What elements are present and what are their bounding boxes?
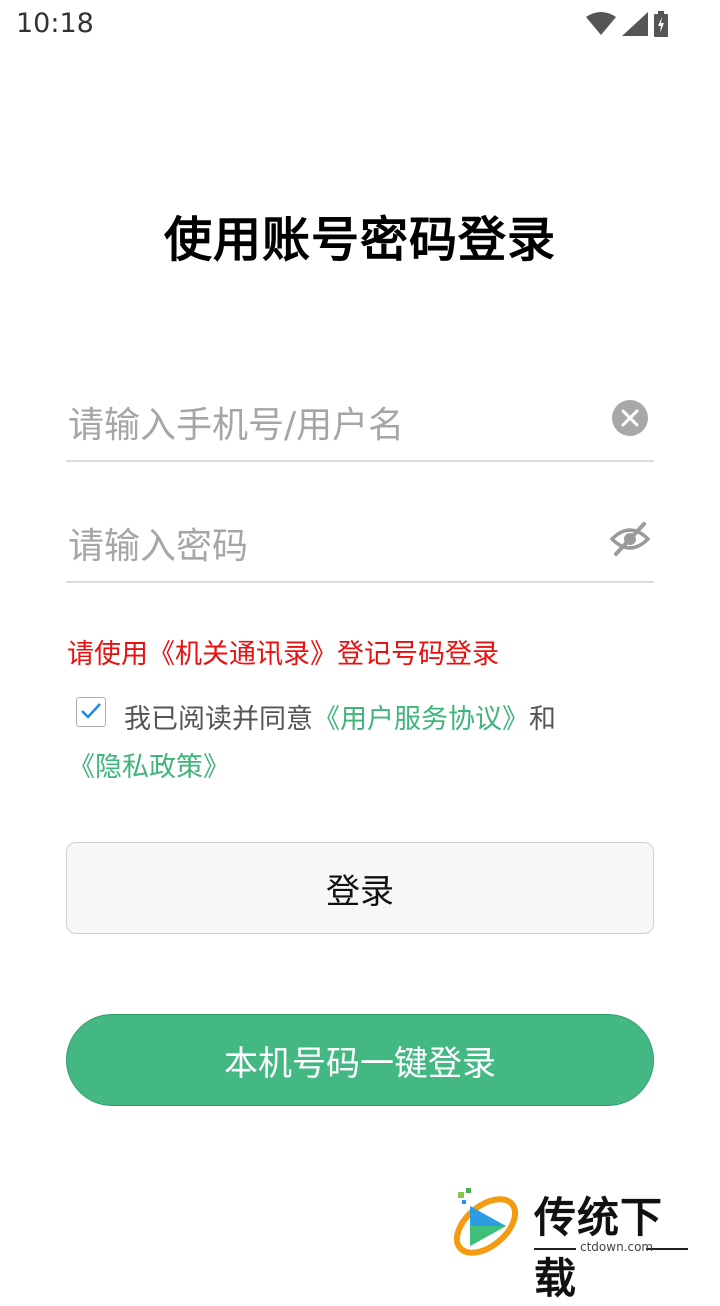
agreement-prefix: 我已阅读并同意	[124, 704, 313, 735]
status-icons	[586, 11, 668, 37]
agreement-checkbox[interactable]	[76, 697, 106, 727]
login-button[interactable]: 登录	[66, 842, 654, 934]
agreement-text: 我已阅读并同意《用户服务协议》和	[124, 697, 556, 736]
status-time: 10:18	[16, 8, 94, 39]
clear-icon[interactable]	[612, 400, 648, 436]
page-title: 使用账号密码登录	[163, 212, 556, 268]
one-key-login-button[interactable]: 本机号码一键登录	[66, 1014, 654, 1106]
agreement-conjunction: 和	[529, 704, 556, 735]
user-agreement-link[interactable]: 《用户服务协议》	[313, 704, 529, 735]
watermark: 传统下载 ctdown.com	[448, 1182, 698, 1303]
eye-off-icon[interactable]	[609, 521, 651, 557]
battery-charging-icon	[654, 11, 668, 37]
privacy-policy-link[interactable]: 《隐私政策》	[68, 745, 230, 784]
phone-field[interactable]: 请输入手机号/用户名	[66, 380, 654, 462]
phone-placeholder: 请输入手机号/用户名	[68, 405, 405, 446]
watermark-site: ctdown.com	[580, 1240, 654, 1254]
password-field[interactable]: 请输入密码	[66, 501, 654, 583]
notice-text: 请使用《机关通讯录》登记号码登录	[67, 639, 499, 670]
signal-icon	[622, 12, 648, 36]
watermark-logo-icon	[448, 1186, 528, 1264]
wifi-icon	[586, 12, 616, 36]
status-bar: 10:18	[0, 0, 720, 50]
password-placeholder: 请输入密码	[68, 526, 249, 567]
